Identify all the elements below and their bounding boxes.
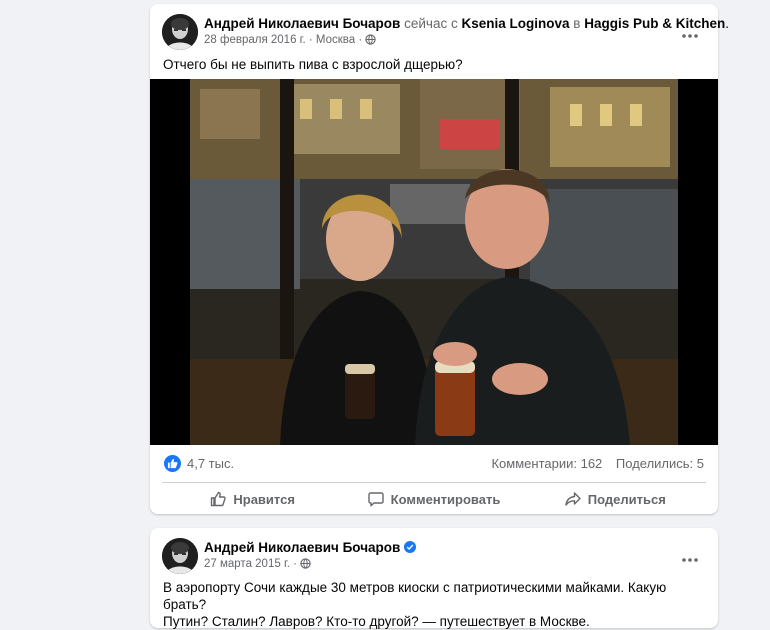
post-meta: 28 февраля 2016 г. · Москва · bbox=[204, 34, 666, 48]
share-label: Поделиться bbox=[587, 491, 666, 507]
feed-post: Андрей Николаевич Бочаров сейчас с Kseni… bbox=[150, 4, 729, 514]
post-header-line: Андрей Николаевич Бочаров bbox=[204, 539, 666, 556]
post-meta: 27 марта 2015 г. · bbox=[204, 558, 666, 572]
post-date[interactable]: 28 февраля 2016 г. bbox=[204, 34, 306, 46]
post-text-line: В аэропорту Сочи каждые 30 метров киоски… bbox=[163, 580, 667, 612]
globe-icon bbox=[365, 34, 377, 48]
feed-post: Андрей Николаевич Бочаров 27 марта 2015 … bbox=[150, 528, 718, 630]
divider bbox=[162, 482, 706, 483]
globe-icon bbox=[300, 558, 311, 572]
share-button[interactable]: Поделиться bbox=[525, 485, 706, 513]
post-date[interactable]: 27 марта 2015 г. bbox=[204, 558, 290, 570]
post-header-line: Андрей Николаевич Бочаров сейчас с Kseni… bbox=[204, 15, 729, 32]
author-name[interactable]: Андрей Николаевич Бочаров bbox=[204, 540, 400, 555]
author-name[interactable]: Андрей Николаевич Бочаров bbox=[204, 16, 400, 31]
share-icon bbox=[565, 491, 581, 507]
more-options-button[interactable] bbox=[676, 18, 704, 46]
comment-label: Комментировать bbox=[390, 491, 501, 507]
post-actions: Нравится Комментировать Поделиться bbox=[162, 485, 706, 513]
meta-separator: · bbox=[358, 34, 363, 46]
author-avatar[interactable] bbox=[162, 14, 198, 50]
meta-separator: · bbox=[293, 558, 297, 570]
comment-button[interactable]: Комментировать bbox=[343, 485, 524, 513]
like-reaction-icon[interactable] bbox=[164, 455, 181, 472]
like-label: Нравится bbox=[233, 491, 295, 507]
place-link[interactable]: Haggis Pub & Kitchen bbox=[584, 16, 725, 31]
action-text: сейчас с bbox=[404, 16, 458, 31]
place-suffix: . bbox=[725, 16, 729, 31]
tagged-person[interactable]: Ksenia Loginova bbox=[461, 16, 569, 31]
more-horizontal-icon bbox=[682, 551, 698, 562]
more-horizontal-icon bbox=[682, 27, 698, 38]
post-city[interactable]: Москва bbox=[316, 34, 355, 46]
shares-count[interactable]: Поделились: 5 bbox=[616, 456, 704, 471]
location-prep: в bbox=[573, 16, 581, 31]
post-photo[interactable] bbox=[150, 79, 718, 445]
post-text-line: Путин? Сталин? Лавров? Кто-то другой? — … bbox=[163, 614, 590, 629]
post-text: В аэропорту Сочи каждые 30 метров киоски… bbox=[163, 579, 706, 630]
more-options-button[interactable] bbox=[676, 542, 704, 570]
author-avatar[interactable] bbox=[162, 538, 198, 574]
post-stats: 4,7 тыс. Комментарии: 162 Поделились: 5 bbox=[162, 453, 706, 475]
post-header: Андрей Николаевич Бочаров 27 марта 2015 … bbox=[162, 536, 706, 576]
comments-count[interactable]: Комментарии: 162 bbox=[491, 456, 602, 471]
meta-separator: · bbox=[308, 34, 313, 46]
post-header: Андрей Николаевич Бочаров сейчас с Kseni… bbox=[162, 12, 729, 52]
reactions-count[interactable]: 4,7 тыс. bbox=[187, 456, 234, 471]
thumbs-up-icon bbox=[210, 491, 227, 507]
post-text: Отчего бы не выпить пива с взрослой дщер… bbox=[163, 57, 463, 72]
like-button[interactable]: Нравится bbox=[162, 485, 343, 513]
verified-badge-icon bbox=[404, 541, 417, 553]
comment-icon bbox=[367, 491, 384, 507]
